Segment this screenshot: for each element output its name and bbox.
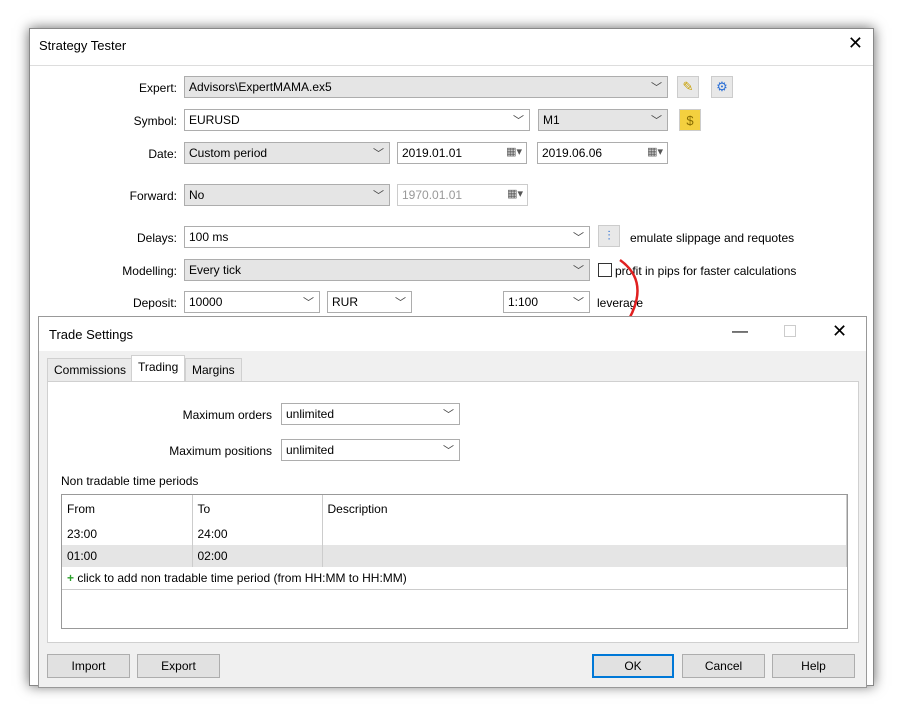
symbol-select[interactable]: EURUSD ﹀ [184, 109, 530, 131]
plus-icon: + [67, 570, 75, 585]
forward-select[interactable]: No ﹀ [184, 184, 390, 206]
symbol-label: Symbol: [133, 114, 177, 128]
minimize-button[interactable]: — [732, 323, 748, 341]
date-to-picker[interactable]: 2019.06.06 ▦▾ [537, 142, 668, 164]
periods-table: From To Description 23:00 24:00 01:00 02… [61, 494, 848, 629]
max-orders-label: Maximum orders [182, 408, 272, 422]
cell-description[interactable] [322, 523, 847, 545]
dialog-title: Trade Settings [49, 327, 134, 342]
currency-select[interactable]: RUR ﹀ [327, 291, 412, 313]
forward-label: Forward: [129, 189, 177, 203]
tab-margins[interactable]: Margins [185, 358, 242, 381]
date-mode-select[interactable]: Custom period ﹀ [184, 142, 390, 164]
expert-select[interactable]: Advisors\ExpertMAMA.ex5 ﹀ [184, 76, 668, 98]
dialog-close-button[interactable]: ✕ [832, 321, 847, 342]
close-button[interactable]: ✕ [848, 33, 863, 54]
modelling-label: Modelling: [122, 264, 177, 278]
delays-label: Delays: [136, 231, 177, 245]
cell-description[interactable] [322, 545, 847, 567]
trade-settings-dialog: Trade Settings — ✕ Commissions Trading M… [38, 316, 867, 688]
max-positions-select[interactable]: unlimited ﹀ [281, 439, 460, 461]
calendar-icon: ▦▾ [506, 146, 522, 158]
modelling-select[interactable]: Every tick ﹀ [184, 259, 590, 281]
sliders-icon[interactable]: ⫶ [598, 225, 620, 247]
deposit-select[interactable]: 10000 ﹀ [184, 291, 320, 313]
max-orders-select[interactable]: unlimited ﹀ [281, 403, 460, 425]
delays-select[interactable]: 100 ms ﹀ [184, 226, 590, 248]
delays-note: emulate slippage and requotes [630, 231, 795, 245]
cell-to[interactable]: 02:00 [192, 545, 323, 567]
help-button[interactable]: Help [772, 654, 855, 678]
date-label: Date: [148, 147, 177, 161]
cell-from[interactable]: 01:00 [62, 545, 193, 567]
table-row[interactable]: 01:00 02:00 [62, 545, 847, 567]
date-from-picker[interactable]: 2019.01.01 ▦▾ [397, 142, 527, 164]
period-select[interactable]: M1 ﹀ [538, 109, 668, 131]
add-row-label: click to add non tradable time period (f… [77, 570, 407, 585]
table-row[interactable]: 23:00 24:00 [62, 523, 847, 545]
edit-expert-icon[interactable]: ✎ [677, 76, 699, 98]
gear-icon[interactable]: ⚙ [711, 76, 733, 98]
table-header: From To Description [62, 495, 847, 523]
column-description[interactable]: Description [322, 495, 847, 523]
add-row[interactable]: + click to add non tradable time period … [62, 567, 847, 589]
max-positions-label: Maximum positions [169, 444, 272, 458]
cell-from[interactable]: 23:00 [62, 523, 193, 545]
periods-label: Non tradable time periods [61, 474, 199, 488]
deposit-label: Deposit: [132, 296, 177, 310]
export-button[interactable]: Export [137, 654, 220, 678]
forward-date-picker[interactable]: 1970.01.01 ▦▾ [397, 184, 528, 206]
column-from[interactable]: From [62, 495, 193, 523]
cell-to[interactable]: 24:00 [192, 523, 323, 545]
import-button[interactable]: Import [47, 654, 130, 678]
cancel-button[interactable]: Cancel [682, 654, 765, 678]
maximize-button[interactable] [784, 325, 796, 337]
calendar-icon: ▦▾ [507, 188, 523, 200]
window-title: Strategy Tester [39, 38, 127, 53]
trading-tab-panel: Maximum orders unlimited ﹀ Maximum positi… [47, 381, 859, 643]
tab-trading[interactable]: Trading [131, 355, 186, 382]
expert-label: Expert: [138, 81, 177, 95]
leverage-select[interactable]: 1:100 ﹀ [503, 291, 590, 313]
calendar-icon: ▦▾ [647, 146, 663, 158]
tab-commissions[interactable]: Commissions [47, 358, 134, 381]
symbol-properties-icon[interactable]: $ [679, 109, 701, 131]
column-to[interactable]: To [192, 495, 323, 523]
ok-button[interactable]: OK [592, 654, 674, 678]
